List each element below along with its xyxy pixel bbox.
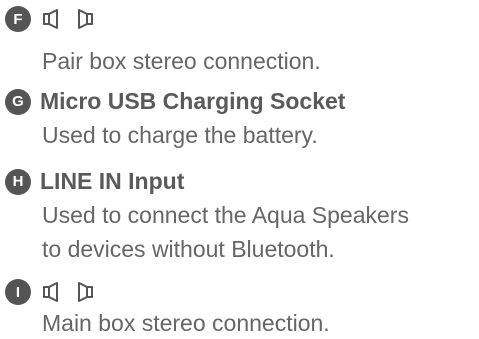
item-h-description-line-1: Used to connect the Aqua Speakers xyxy=(42,202,409,228)
item-i-header: I xyxy=(0,279,110,305)
item-f-description: Pair box stereo connection. xyxy=(42,48,321,74)
badge-f: F xyxy=(5,6,31,32)
speaker-icon xyxy=(42,282,60,302)
speaker-icon xyxy=(76,9,94,29)
badge-g: G xyxy=(5,88,31,115)
speaker-icon xyxy=(76,282,94,302)
item-f-header: F xyxy=(0,6,110,32)
speaker-icons-i xyxy=(42,282,110,302)
speaker-icons-f xyxy=(42,9,110,29)
badge-i: I xyxy=(5,279,31,305)
badge-h: H xyxy=(5,168,31,195)
item-i-description: Main box stereo connection. xyxy=(42,310,330,336)
item-g-header: G Micro USB Charging Socket xyxy=(0,88,345,115)
item-h-description-line-2: to devices without Bluetooth. xyxy=(42,236,335,262)
item-h-header: H LINE IN Input xyxy=(0,168,184,195)
item-g-description: Used to charge the battery. xyxy=(42,122,318,148)
item-h-title: LINE IN Input xyxy=(40,168,185,194)
speaker-icon xyxy=(42,9,60,29)
item-g-title: Micro USB Charging Socket xyxy=(40,88,346,114)
